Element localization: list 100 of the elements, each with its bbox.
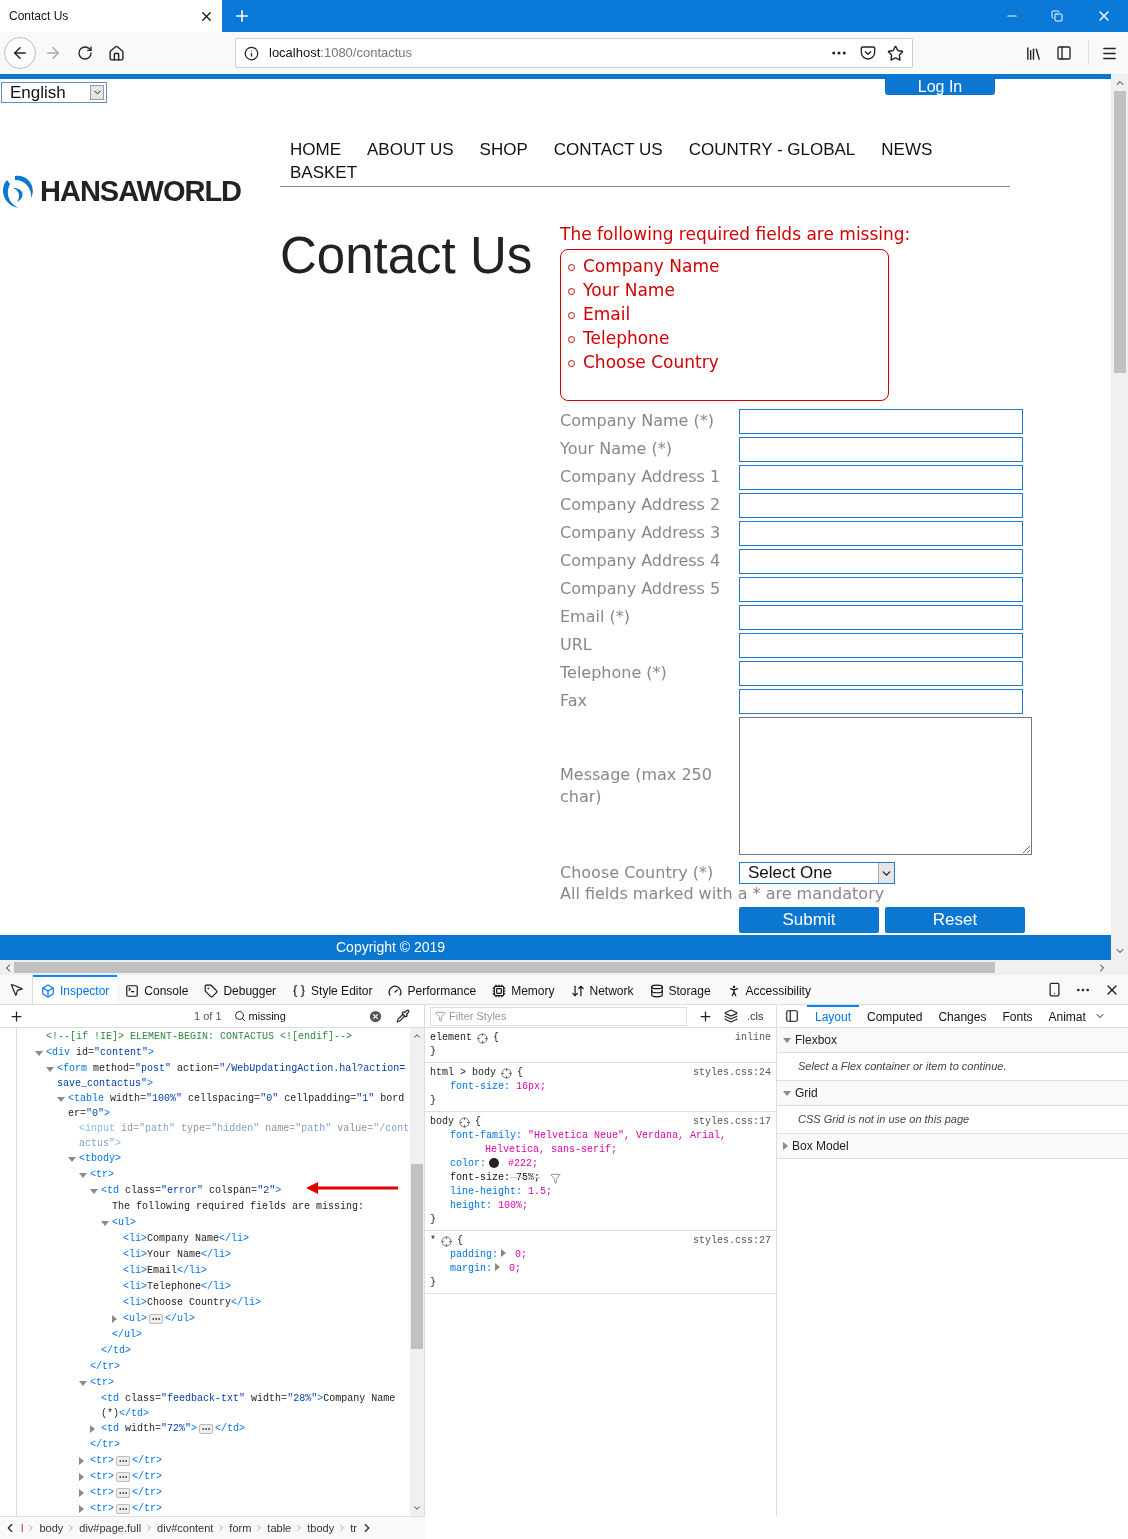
nav-link[interactable]: COUNTRY - GLOBAL [688,138,856,161]
markup-text[interactable]: <tr> [90,1469,115,1484]
cls-toggle[interactable]: .cls [747,1007,764,1025]
markup-text[interactable]: <li>Choose Country</li> [123,1295,262,1310]
filter-icon[interactable] [550,1172,562,1184]
scrollbar-thumb[interactable] [14,962,995,973]
address-bar[interactable]: localhost:1080/contactus [235,38,913,68]
crosshair-icon[interactable] [459,1116,470,1128]
collapse-arrow-icon[interactable] [101,1220,109,1226]
sidebar-tab[interactable]: Computed [859,1005,931,1027]
star-icon[interactable] [887,44,904,62]
collapse-arrow-icon[interactable] [35,1050,43,1056]
markup-text[interactable]: </ul> [112,1327,143,1342]
expand-arrow-icon[interactable] [79,1457,84,1465]
input-field[interactable] [739,436,1023,462]
selector-text[interactable]: * [430,1234,436,1248]
sidebar-icon[interactable] [1056,45,1072,61]
nav-link[interactable]: NEWS [881,138,933,161]
devtools-tab[interactable]: Debugger [196,975,285,1004]
layers-icon[interactable] [724,1009,738,1023]
info-icon[interactable] [244,45,259,61]
color-swatch[interactable] [489,1158,499,1169]
country-select[interactable]: Select One [739,862,895,884]
devtools-tab[interactable]: Inspector [33,975,118,1004]
declaration-text[interactable]: font-family: "Helvetica Neue", Verdana, Arial, Helvetica, sans-serif; [430,1129,771,1157]
panel-icon[interactable] [785,1009,799,1023]
expand-arrow-icon[interactable] [112,1315,117,1323]
eyedropper-icon[interactable] [395,1009,410,1023]
markup-text[interactable]: <tbody> [79,1151,122,1166]
markup-text[interactable]: <tr> [90,1485,115,1500]
markup-text[interactable]: <li>Email</li> [123,1263,208,1278]
markup-text[interactable]: </tr> [90,1437,121,1452]
search-field[interactable]: missing [230,1006,386,1026]
scroll-down-icon[interactable] [412,1503,422,1513]
source-link[interactable]: styles.css:24 [693,1066,771,1080]
nav-link[interactable]: BASKET [290,161,358,184]
crosshair-icon[interactable] [501,1067,512,1079]
markup-text[interactable]: <tr> [90,1453,115,1468]
collapse-arrow-icon[interactable] [79,1172,87,1178]
ellipsis-icon[interactable] [116,1471,131,1482]
source-link[interactable]: styles.css:17 [693,1115,771,1129]
address-text[interactable]: localhost:1080/contactus [269,43,413,63]
expand-arrow-icon[interactable] [495,1263,500,1271]
collapse-arrow-icon[interactable] [57,1096,65,1102]
markup-text[interactable]: </tr> [132,1485,163,1500]
section-header[interactable]: Box Model [777,1134,1128,1159]
selector-text[interactable]: body [430,1115,454,1129]
collapse-arrow-icon[interactable] [46,1066,54,1072]
input-field[interactable] [739,492,1023,518]
horizontal-scrollbar[interactable] [0,960,1128,975]
declaration-text[interactable]: font-size: 16px; [430,1080,547,1094]
devtools-tab[interactable]: Accessibility [718,975,819,1004]
submit-button[interactable]: Submit [739,907,879,933]
breadcrumb-item[interactable]: body [39,1519,64,1537]
browser-tab[interactable]: Contact Us [0,0,222,32]
scrollbar-thumb[interactable] [1113,91,1126,373]
ellipsis-icon[interactable] [199,1423,214,1434]
breadcrumb-item[interactable]: tr [350,1519,357,1537]
ellipsis-icon[interactable] [116,1455,131,1466]
declaration-text[interactable]: line-height: 1.5; [430,1185,553,1199]
ellipsis-icon[interactable] [116,1503,131,1514]
expand-arrow-icon[interactable] [79,1489,84,1497]
reload-icon[interactable] [77,45,93,61]
devtools-tab[interactable]: Style Editor [284,975,381,1004]
ellipsis-icon[interactable] [149,1313,164,1324]
pocket-icon[interactable] [860,45,876,61]
markup-text[interactable]: </td> [215,1421,246,1436]
input-field[interactable] [739,604,1023,630]
language-select[interactable]: English [1,82,107,103]
expand-arrow-icon[interactable] [79,1473,84,1481]
nav-link[interactable]: SHOP [479,138,528,161]
source-link[interactable]: styles.css:27 [693,1234,771,1248]
nav-link[interactable]: CONTACT US [553,138,663,161]
breadcrumb-item[interactable]: form [229,1519,252,1537]
section-header[interactable]: Grid [777,1081,1128,1106]
declaration-text[interactable]: height: 100%; [430,1199,529,1213]
markup-text[interactable]: <form method="post" action="/WebUpdatingAction.hal?action=save_contactus"> [57,1061,410,1091]
nav-link[interactable]: HOME [290,138,341,161]
devtools-tab[interactable]: Console [117,975,197,1004]
breadcrumb-item[interactable]: div#content [157,1519,214,1537]
declaration-text[interactable]: margin: 0; [430,1262,522,1276]
markup-text[interactable]: <td class="feedback-txt" width="28%">Company Name (*)</td> [101,1391,410,1421]
device-icon[interactable] [1047,982,1062,997]
devtools-tab[interactable]: Performance [380,975,485,1004]
crosshair-icon[interactable] [441,1235,452,1247]
ellipsis-icon[interactable] [116,1487,131,1498]
source-link[interactable]: inline [735,1031,771,1045]
vertical-scrollbar[interactable] [1111,74,1128,960]
login-button[interactable]: Log In [885,79,995,95]
message-field[interactable] [739,717,1032,855]
markup-text[interactable]: <tr> [90,1501,115,1516]
sidebar-tab[interactable]: Animat [1040,1005,1094,1027]
expand-arrow-icon[interactable] [501,1249,506,1257]
library-icon[interactable] [1025,44,1042,62]
add-node-icon[interactable] [9,1008,24,1024]
markup-text[interactable]: <div id="content"> [46,1045,155,1060]
section-header[interactable]: Flexbox [777,1028,1128,1053]
pointer-icon[interactable] [8,982,24,997]
markup-text[interactable]: <ul> [112,1215,137,1230]
restore-icon[interactable] [1051,10,1063,22]
